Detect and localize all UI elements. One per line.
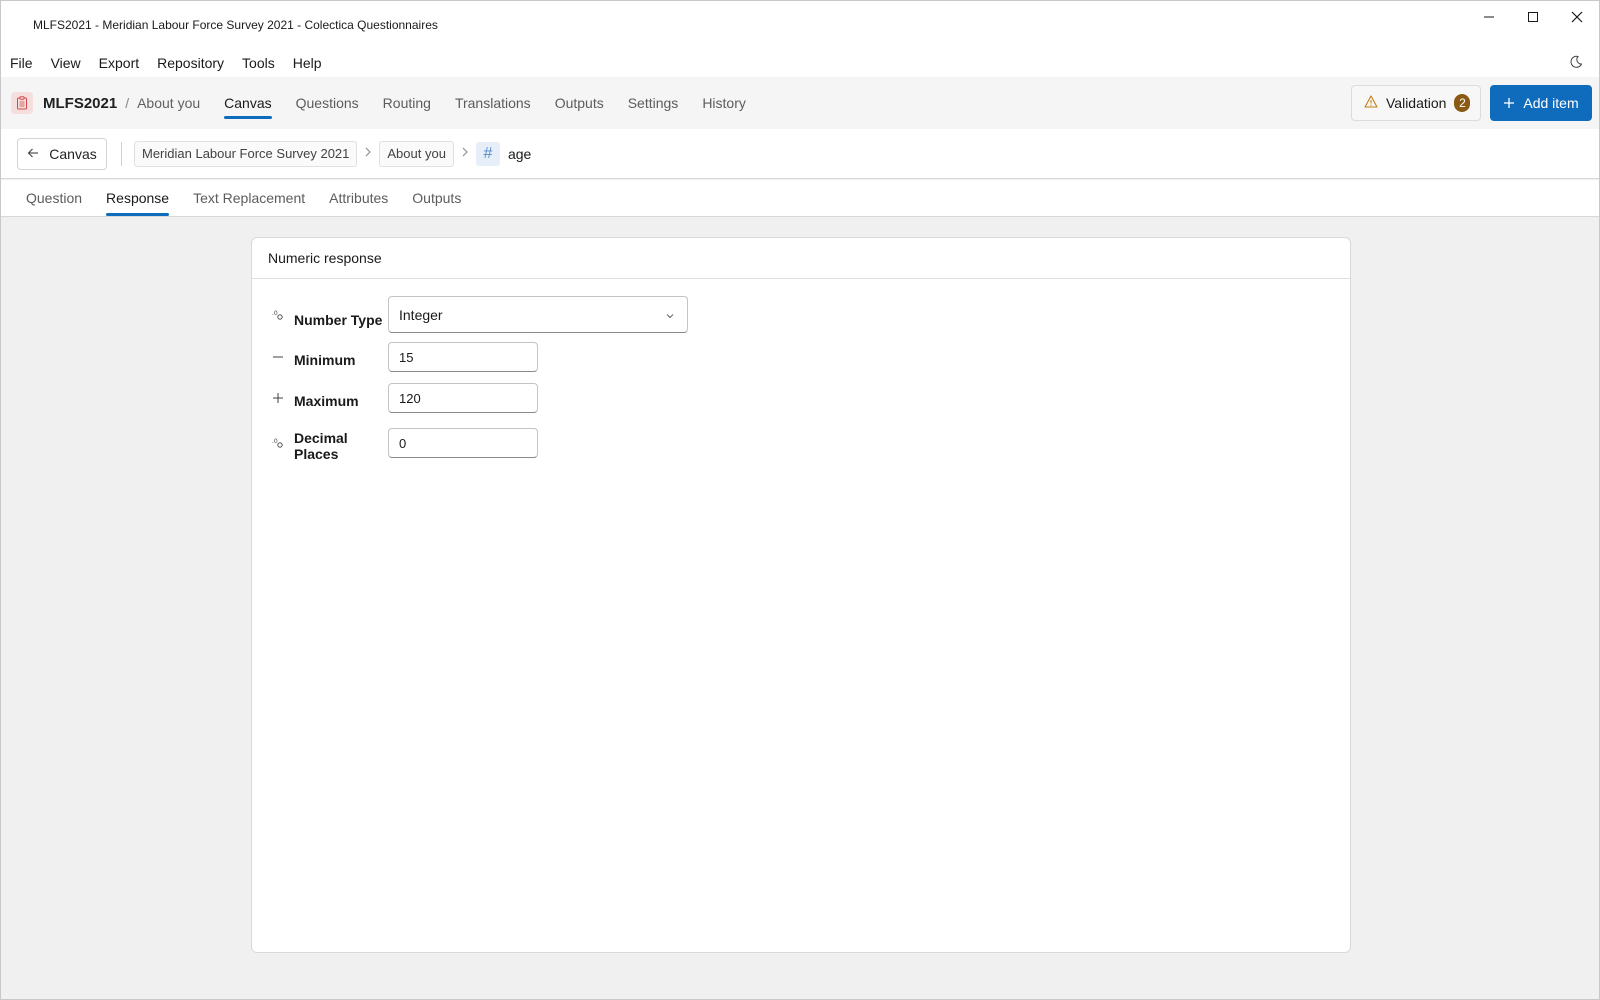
project-code[interactable]: MLFS2021	[43, 95, 117, 112]
number-type-icon: .0	[272, 309, 284, 321]
breadcrumb-divider	[121, 141, 122, 166]
chevron-right-icon	[461, 146, 469, 161]
number-type-row: .0 Number Type Integer	[272, 296, 688, 333]
tab-item-outputs[interactable]: Outputs	[412, 179, 461, 216]
breadcrumb-current-item: age	[507, 145, 532, 162]
decimal-places-icon: .0	[272, 437, 284, 449]
tab-settings[interactable]: Settings	[628, 77, 679, 129]
menu-tools[interactable]: Tools	[242, 55, 275, 71]
menu-export[interactable]: Export	[99, 55, 139, 71]
plus-icon	[1503, 94, 1515, 112]
minimum-label: Minimum	[294, 352, 356, 368]
maximize-icon	[1528, 12, 1538, 22]
decimal-places-input[interactable]	[388, 428, 538, 458]
number-type-value: Integer	[399, 306, 443, 323]
number-type-dropdown[interactable]: Integer	[388, 296, 688, 333]
svg-text:.0: .0	[272, 438, 278, 445]
maximum-row: Maximum	[272, 383, 538, 413]
maximize-button[interactable]	[1511, 1, 1555, 33]
tab-questions[interactable]: Questions	[296, 77, 359, 129]
back-button-label: Canvas	[49, 145, 97, 162]
minimum-input[interactable]	[388, 342, 538, 372]
number-type-label: Number Type	[294, 311, 383, 328]
tab-response[interactable]: Response	[106, 179, 170, 216]
title-bar: MLFS2021 - Meridian Labour Force Survey …	[1, 1, 1599, 49]
theme-toggle-moon-icon[interactable]	[1569, 55, 1583, 72]
main-nav-tabs: Canvas Questions Routing Translations Ou…	[224, 77, 770, 129]
plus-icon	[272, 392, 284, 404]
item-editor-tabs: Question Response Text Replacement Attri…	[1, 180, 1599, 217]
project-separator: /	[125, 95, 130, 111]
minimum-row: Minimum	[272, 342, 538, 372]
questionnaire-icon	[11, 92, 33, 114]
arrow-left-icon	[27, 146, 39, 162]
tab-translations[interactable]: Translations	[455, 77, 531, 129]
back-to-canvas-button[interactable]: Canvas	[17, 137, 107, 170]
app-header: MLFS2021 / About you Canvas Questions Ro…	[1, 77, 1599, 129]
decimal-places-label: Decimal Places	[294, 430, 348, 462]
add-item-button[interactable]: Add item	[1490, 85, 1592, 121]
tab-outputs[interactable]: Outputs	[555, 77, 604, 129]
menu-repository[interactable]: Repository	[157, 55, 224, 71]
tab-text-replacement[interactable]: Text Replacement	[193, 179, 305, 216]
numeric-response-panel: Numeric response .0 Number Type Integer …	[251, 237, 1351, 953]
window-title: MLFS2021 - Meridian Labour Force Survey …	[33, 18, 438, 32]
current-section[interactable]: About you	[137, 95, 200, 111]
breadcrumb-survey[interactable]: Meridian Labour Force Survey 2021	[134, 140, 358, 167]
add-item-label: Add item	[1523, 95, 1579, 111]
breadcrumb: Canvas Meridian Labour Force Survey 2021…	[1, 129, 1599, 179]
menu-view[interactable]: View	[51, 55, 81, 71]
numeric-question-icon: #	[475, 141, 500, 166]
decimal-places-row: .0 Decimal Places	[272, 424, 538, 462]
tab-question[interactable]: Question	[26, 179, 82, 216]
panel-title: Numeric response	[252, 238, 1350, 279]
minimize-icon	[1484, 16, 1494, 18]
svg-text:.0: .0	[272, 310, 278, 317]
minimize-button[interactable]	[1467, 1, 1511, 33]
close-icon	[1571, 11, 1583, 23]
chevron-right-icon	[364, 146, 372, 161]
validation-label: Validation	[1386, 95, 1447, 111]
tab-history[interactable]: History	[702, 77, 746, 129]
app-window: MLFS2021 - Meridian Labour Force Survey …	[0, 0, 1600, 1000]
tab-canvas[interactable]: Canvas	[224, 77, 273, 129]
tab-routing[interactable]: Routing	[383, 77, 431, 129]
tab-attributes[interactable]: Attributes	[329, 179, 388, 216]
window-controls	[1467, 1, 1599, 33]
chevron-down-icon	[665, 307, 675, 323]
menu-help[interactable]: Help	[293, 55, 322, 71]
validation-count-badge: 2	[1454, 94, 1471, 112]
menu-file[interactable]: File	[10, 55, 33, 71]
breadcrumb-section[interactable]: About you	[379, 140, 454, 167]
close-button[interactable]	[1555, 1, 1599, 33]
maximum-label: Maximum	[294, 393, 359, 409]
warning-icon	[1364, 95, 1378, 111]
validation-button[interactable]: Validation 2	[1351, 85, 1481, 121]
menu-bar: File View Export Repository Tools Help	[1, 49, 1599, 77]
maximum-input[interactable]	[388, 383, 538, 413]
minus-icon	[272, 351, 284, 363]
